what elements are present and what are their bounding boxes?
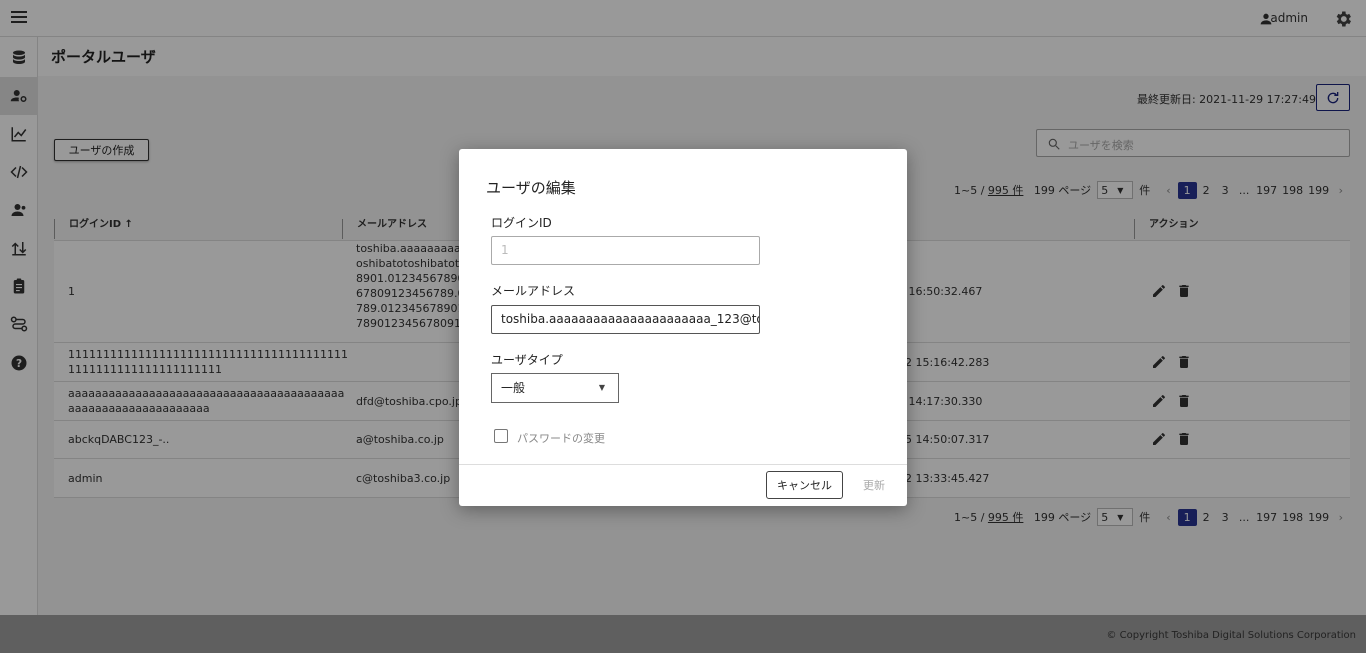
login-id-label: ログインID <box>491 216 552 230</box>
edit-user-dialog: ユーザの編集 ログインID 1 メールアドレス toshiba.aaaaaaaa… <box>459 149 907 506</box>
user-type-label: ユーザタイプ <box>491 353 563 367</box>
cancel-button[interactable]: キャンセル <box>766 471 843 499</box>
chevron-down-icon: ▼ <box>598 383 605 392</box>
copyright: © Copyright Toshiba Digital Solutions Co… <box>1106 630 1356 641</box>
dialog-divider <box>459 464 907 465</box>
change-password-checkbox[interactable] <box>494 429 508 443</box>
login-id-field: 1 <box>491 236 760 265</box>
user-type-select[interactable]: 一般 ▼ <box>491 373 619 403</box>
email-field[interactable]: toshiba.aaaaaaaaaaaaaaaaaaaaaa_123@to <box>491 305 760 334</box>
user-type-value: 一般 <box>501 381 526 395</box>
change-password-label[interactable]: パスワードの変更 <box>517 430 605 446</box>
update-button[interactable]: 更新 <box>854 471 894 499</box>
dialog-title: ユーザの編集 <box>486 179 576 197</box>
email-label: メールアドレス <box>491 284 576 298</box>
